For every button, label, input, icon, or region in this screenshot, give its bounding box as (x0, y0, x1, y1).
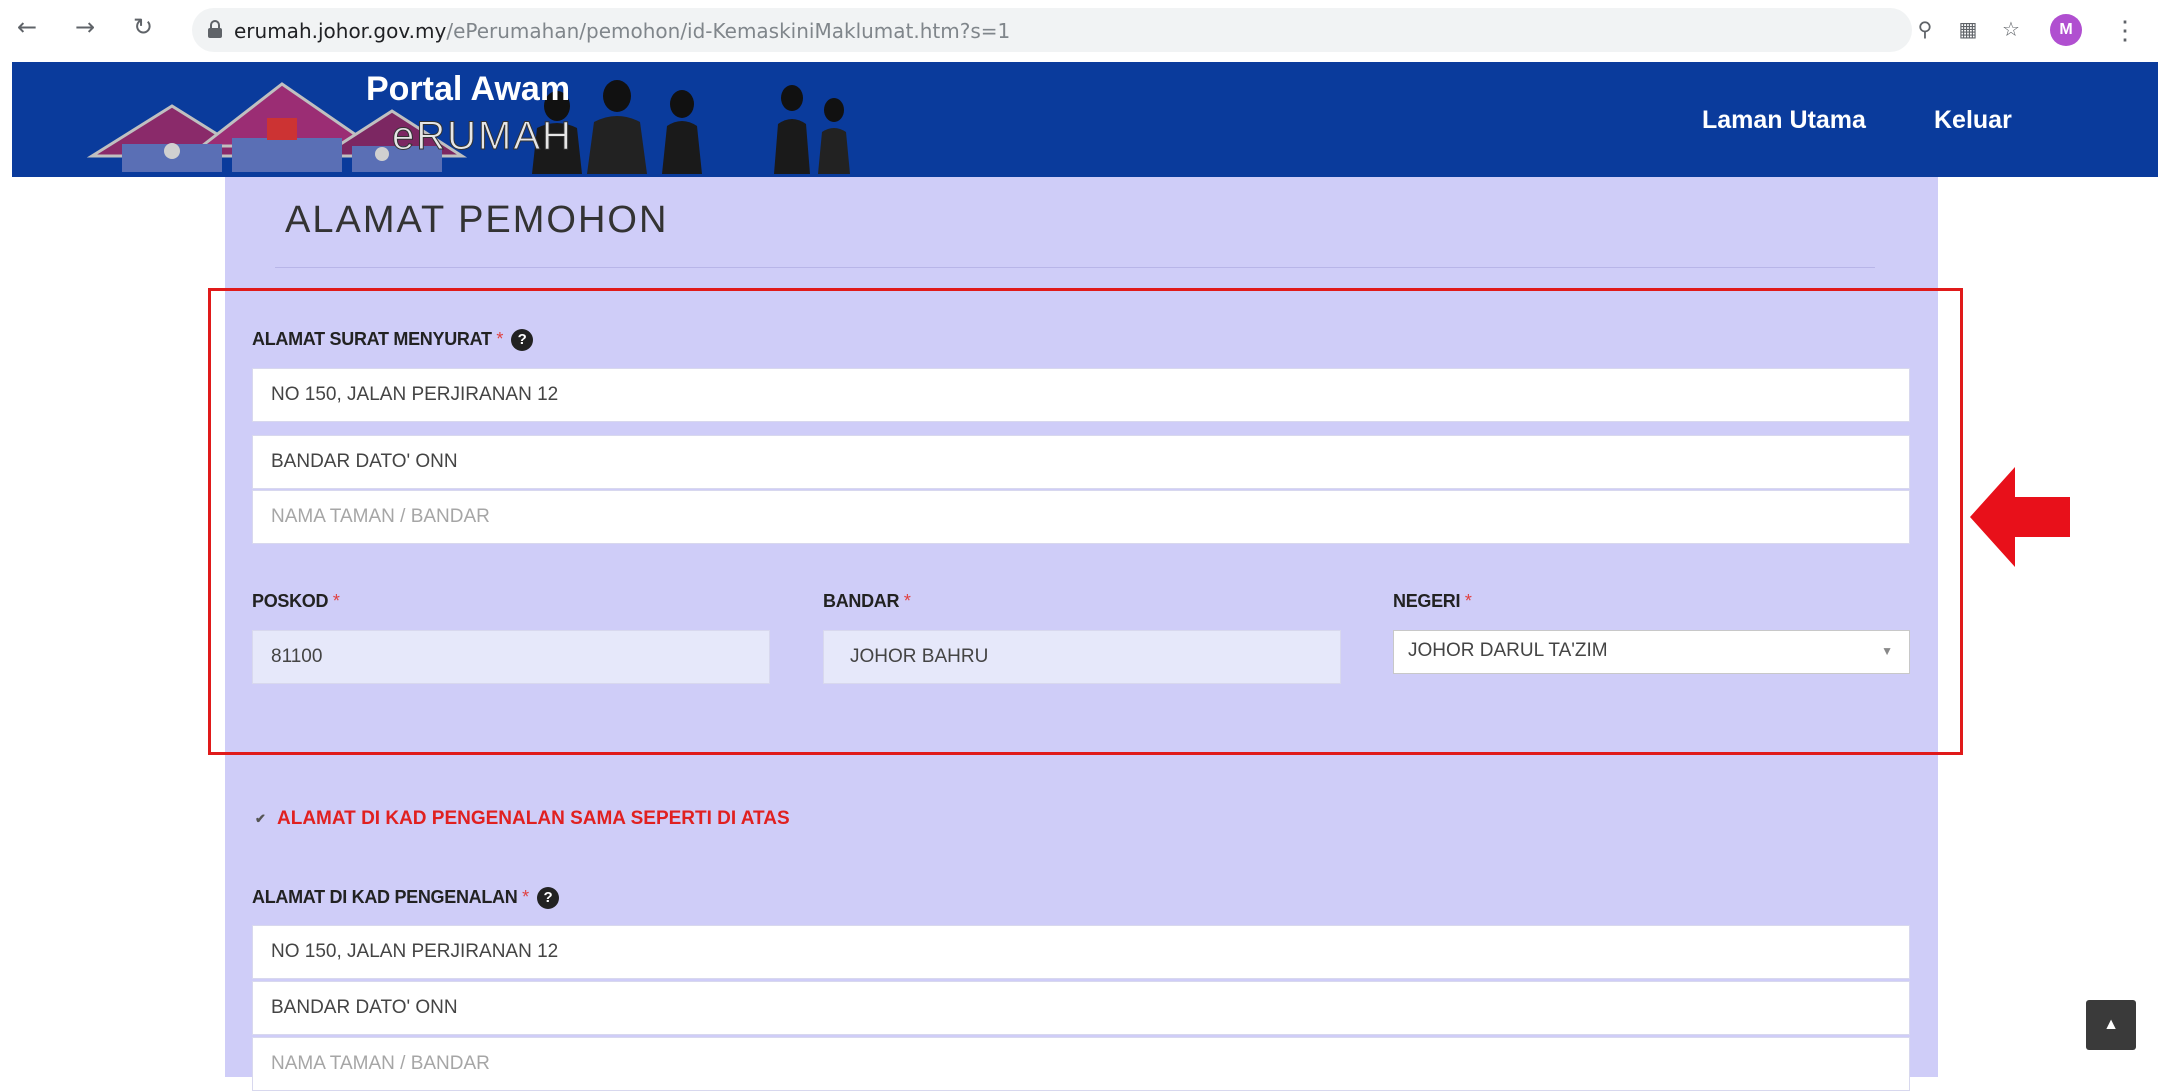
nav-link-home[interactable]: Laman Utama (1702, 106, 1866, 135)
url-text[interactable]: erumah.johor.gov.my/ePerumahan/pemohon/i… (234, 19, 1010, 43)
address-bar[interactable]: erumah.johor.gov.my/ePerumahan/pemohon/i… (192, 8, 1912, 52)
left-arrow-icon (1970, 467, 2070, 567)
lock-icon (208, 20, 222, 38)
help-icon[interactable]: ? (536, 887, 559, 910)
highlight-box (208, 288, 1963, 755)
key-icon[interactable]: ⚲ (1912, 16, 1938, 42)
site-header: Portal Awam eRUMAH Laman Utama Keluar (12, 62, 2158, 177)
same-address-checkbox-row[interactable]: ✔ ALAMAT DI KAD PENGENALAN SAMA SEPERTI D… (255, 808, 790, 830)
back-icon[interactable]: ← (12, 12, 42, 42)
browser-menu-icon[interactable]: ⋮ (2112, 12, 2138, 48)
browser-toolbar: ← → ↻ erumah.johor.gov.my/ePerumahan/pem… (0, 0, 2158, 62)
brand-subtitle: eRUMAH (392, 114, 573, 159)
profile-avatar[interactable]: M (2050, 14, 2082, 46)
brand-title: Portal Awam (366, 70, 571, 108)
nav-link-logout[interactable]: Keluar (1934, 106, 2012, 135)
scroll-to-top-button[interactable]: ▲ (2086, 1000, 2136, 1050)
ic-address-line3[interactable]: NAMA TAMAN / BANDAR (252, 1037, 1910, 1091)
checkbox-checked-icon[interactable]: ✔ (255, 811, 269, 826)
ic-address-line1[interactable]: NO 150, JALAN PERJIRANAN 12 (252, 925, 1910, 979)
divider (275, 267, 1875, 268)
ic-address-label: ALAMAT DI KAD PENGENALAN *? (252, 887, 559, 910)
forward-icon[interactable]: → (70, 12, 100, 42)
bookmark-star-icon[interactable]: ☆ (1998, 16, 2024, 42)
reload-icon[interactable]: ↻ (128, 12, 158, 42)
ic-address-line2[interactable]: BANDAR DATO' ONN (252, 981, 1910, 1035)
page-title: ALAMAT PEMOHON (285, 199, 669, 241)
same-address-label: ALAMAT DI KAD PENGENALAN SAMA SEPERTI DI… (277, 808, 790, 829)
translate-icon[interactable]: ▦ (1955, 16, 1981, 42)
